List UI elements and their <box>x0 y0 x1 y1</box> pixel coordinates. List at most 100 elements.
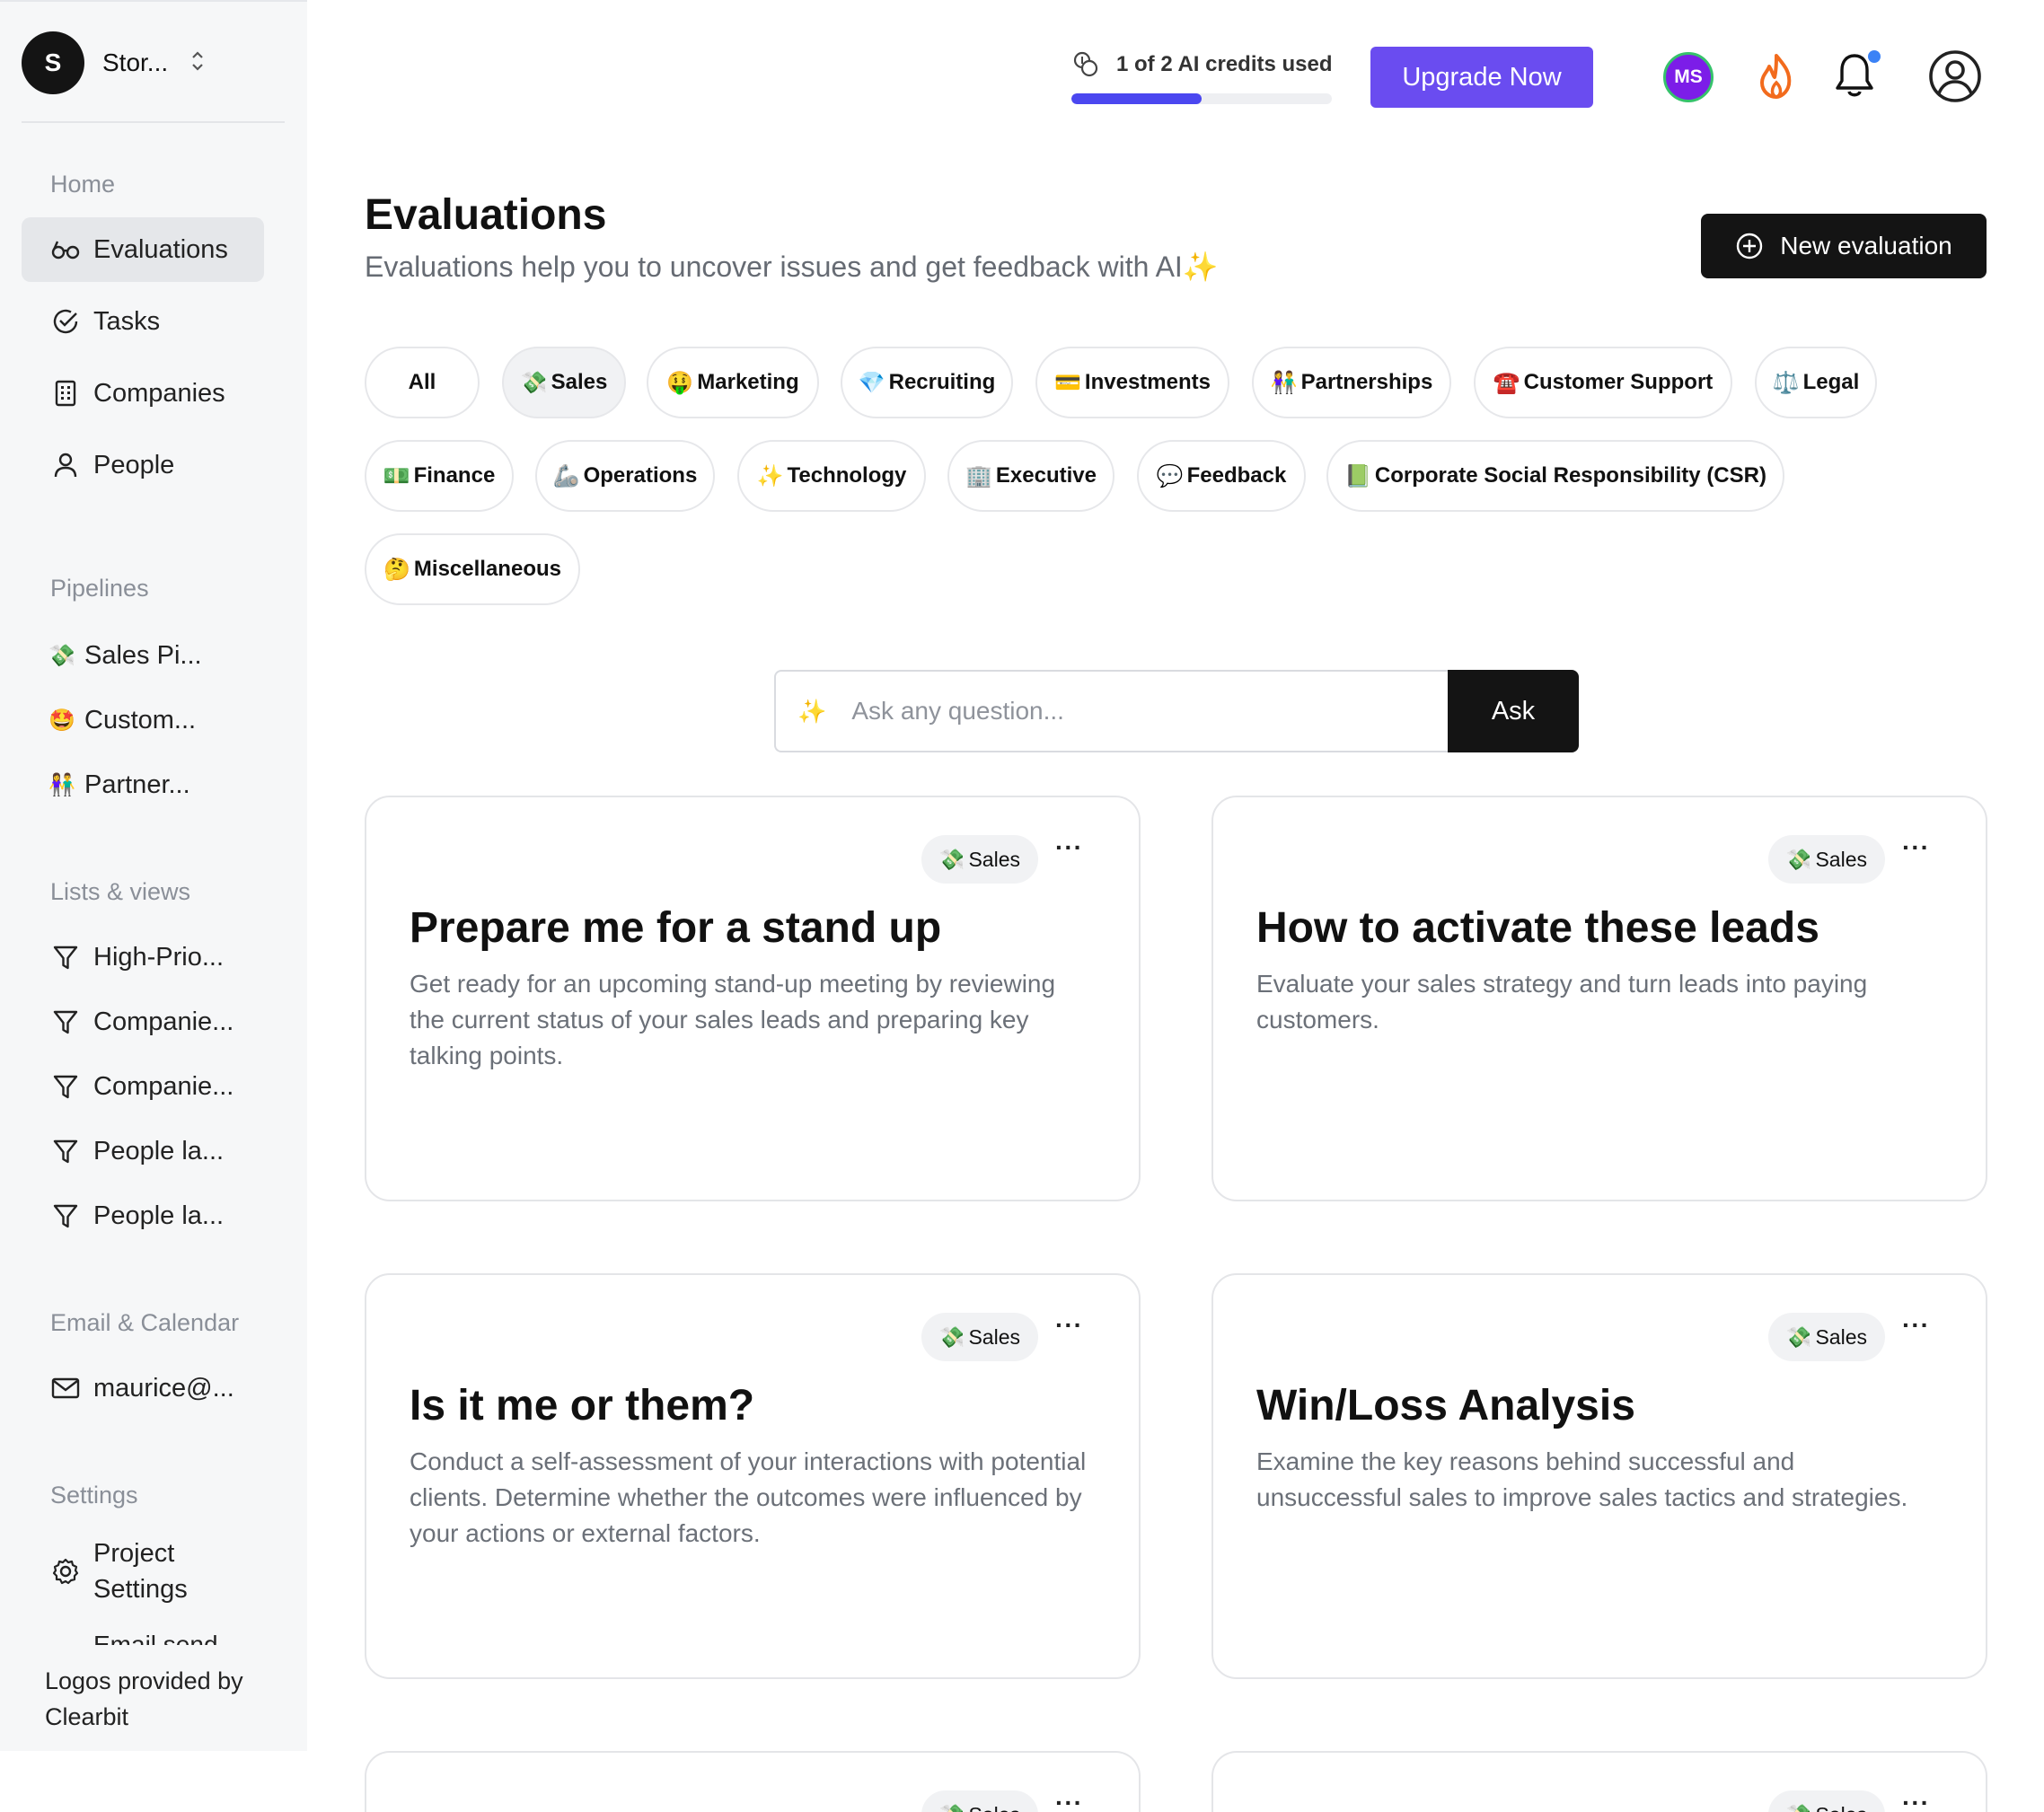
check-circle-icon <box>50 306 81 337</box>
more-options-icon[interactable]: ··· <box>1902 1311 1930 1340</box>
section-title-home: Home <box>50 171 116 198</box>
evaluation-card[interactable]: 💸Sales ··· <box>1211 1751 1987 1812</box>
chip-emoji: ✨ <box>756 463 784 488</box>
category-chip-customer-support[interactable]: ☎️ Customer Support <box>1474 347 1732 418</box>
sidebar-item-label: People la... <box>93 1201 225 1230</box>
tag-emoji: 💸 <box>1785 847 1812 871</box>
chevron-up-down-icon <box>189 49 206 76</box>
more-options-icon[interactable]: ··· <box>1902 1789 1930 1812</box>
new-evaluation-button[interactable]: New evaluation <box>1701 214 1987 278</box>
tag-label: Sales <box>1815 847 1867 871</box>
evaluation-card[interactable]: 💸 Sales ··· Is it me or them? Conduct a s… <box>365 1273 1141 1679</box>
category-chip-technology[interactable]: ✨ Technology <box>737 440 926 512</box>
page-subtitle: Evaluations help you to uncover issues a… <box>365 251 1219 283</box>
chip-label: Technology <box>787 463 907 488</box>
chip-label: Miscellaneous <box>413 557 561 581</box>
chip-emoji: 🤔 <box>383 557 410 582</box>
chip-label: Legal <box>1802 370 1860 394</box>
evaluation-card[interactable]: 💸Sales ··· <box>365 1751 1141 1812</box>
sidebar-item-evaluations[interactable]: Evaluations <box>22 217 264 282</box>
more-options-icon[interactable]: ··· <box>1055 1789 1083 1812</box>
sidebar-item-list[interactable]: People la... <box>22 1183 264 1248</box>
tag-emoji: 💸 <box>938 1324 965 1349</box>
category-chip-csr[interactable]: 📗 Corporate Social Responsibility (CSR) <box>1326 440 1784 512</box>
chip-label: Partnerships <box>1300 370 1433 394</box>
tag-label: Sales <box>1815 1803 1867 1812</box>
sidebar-item-label: Partner... <box>84 770 190 799</box>
category-chip-recruiting[interactable]: 💎 Recruiting <box>841 347 1013 418</box>
org-avatar: S <box>22 31 84 94</box>
sidebar-item-companies[interactable]: Companies <box>22 361 264 426</box>
more-options-icon[interactable]: ··· <box>1055 833 1083 862</box>
category-chip-marketing[interactable]: 🤑 Marketing <box>647 347 819 418</box>
sidebar-item-label: Sales Pi... <box>84 640 202 670</box>
section-title-pipelines: Pipelines <box>50 575 149 602</box>
sidebar-item-project-settings[interactable]: Project Settings <box>22 1528 264 1614</box>
chip-label: Recruiting <box>888 370 996 394</box>
chip-emoji: 💸 <box>520 370 548 395</box>
sidebar-item-email[interactable]: maurice@... <box>22 1356 264 1421</box>
org-switcher[interactable]: S Stor... <box>22 29 284 97</box>
card-category-tag: 💸Sales <box>1767 835 1885 884</box>
category-chip-feedback[interactable]: 💬 Feedback <box>1137 440 1306 512</box>
flame-icon[interactable] <box>1757 52 1796 105</box>
sidebar-item-email-send-clipped[interactable]: Email send <box>93 1632 237 1645</box>
category-chip-sales[interactable]: 💸 Sales <box>502 347 626 418</box>
sidebar-item-pipeline-customer[interactable]: 🤩 Custom... <box>22 688 264 752</box>
chip-emoji: 🤑 <box>666 370 694 395</box>
coins-icon <box>1071 50 1100 79</box>
upgrade-now-button[interactable]: Upgrade Now <box>1370 47 1593 108</box>
more-options-icon[interactable]: ··· <box>1055 1311 1083 1340</box>
avatar[interactable]: MS <box>1663 52 1714 102</box>
more-options-icon[interactable]: ··· <box>1902 833 1930 862</box>
ask-button[interactable]: Ask <box>1448 670 1579 752</box>
chip-label: Marketing <box>697 370 799 394</box>
card-description: Examine the key reasons behind successfu… <box>1256 1447 1908 1511</box>
chip-label: All <box>408 370 436 394</box>
tag-label: Sales <box>968 847 1020 871</box>
page-title: Evaluations <box>365 191 607 239</box>
evaluation-card[interactable]: 💸 Sales ··· Prepare me for a stand up Get… <box>365 796 1141 1201</box>
notification-dot <box>1868 50 1881 63</box>
evaluation-card[interactable]: 💸 Sales ··· How to activate these leads E… <box>1211 796 1987 1201</box>
chip-emoji: ☎️ <box>1493 370 1520 395</box>
category-chip-legal[interactable]: ⚖️ Legal <box>1755 347 1877 418</box>
person-icon <box>50 450 81 480</box>
card-description: Conduct a self-assessment of your intera… <box>410 1447 1087 1547</box>
sidebar-item-label: Custom... <box>84 705 197 734</box>
category-chip-finance[interactable]: 💵 Finance <box>365 440 514 512</box>
chip-label: Finance <box>413 463 496 488</box>
chip-emoji: 💵 <box>383 463 410 488</box>
sidebar-item-pipeline-sales[interactable]: 💸 Sales Pi... <box>22 623 264 688</box>
evaluation-card[interactable]: 💸 Sales ··· Win/Loss Analysis Examine the… <box>1211 1273 1987 1679</box>
category-chip-all[interactable]: All <box>365 347 480 418</box>
tag-emoji: 💸 <box>1786 1803 1812 1812</box>
ai-credits-progress <box>1071 93 1332 104</box>
card-title: Is it me or them? <box>410 1382 755 1429</box>
sidebar-item-list[interactable]: Companie... <box>22 990 264 1054</box>
category-chip-investments[interactable]: 💳 Investments <box>1035 347 1229 418</box>
sidebar-item-tasks[interactable]: Tasks <box>22 289 264 354</box>
sidebar-item-pipeline-partner[interactable]: 👫 Partner... <box>22 752 264 817</box>
sidebar-item-label: High-Prio... <box>93 942 225 972</box>
category-chip-operations[interactable]: 🦾 Operations <box>535 440 715 512</box>
sidebar-item-list[interactable]: People la... <box>22 1119 264 1183</box>
category-chip-miscellaneous[interactable]: 🤔 Miscellaneous <box>365 533 580 605</box>
user-account-icon[interactable] <box>1927 48 1983 109</box>
category-chip-partnerships[interactable]: 👫 Partnerships <box>1252 347 1451 418</box>
sidebar-item-label: maurice@... <box>93 1373 234 1403</box>
sidebar-item-list[interactable]: High-Prio... <box>22 925 264 990</box>
sidebar-item-list[interactable]: Companie... <box>22 1054 264 1119</box>
sidebar-item-label: People la... <box>93 1136 225 1165</box>
category-chip-executive[interactable]: 🏢 Executive <box>947 440 1115 512</box>
card-category-tag: 💸Sales <box>921 1790 1038 1812</box>
sidebar-item-label: Companies <box>93 378 225 408</box>
new-evaluation-label: New evaluation <box>1780 232 1952 259</box>
sidebar-item-people[interactable]: People <box>22 433 264 497</box>
sidebar-item-label: Evaluations <box>93 234 228 264</box>
chip-emoji: 👫 <box>1270 370 1298 395</box>
chip-emoji: 🏢 <box>965 463 992 488</box>
ask-input[interactable] <box>851 697 1427 726</box>
chip-emoji: 🦾 <box>552 463 580 488</box>
tag-label: Sales <box>1815 1324 1867 1349</box>
